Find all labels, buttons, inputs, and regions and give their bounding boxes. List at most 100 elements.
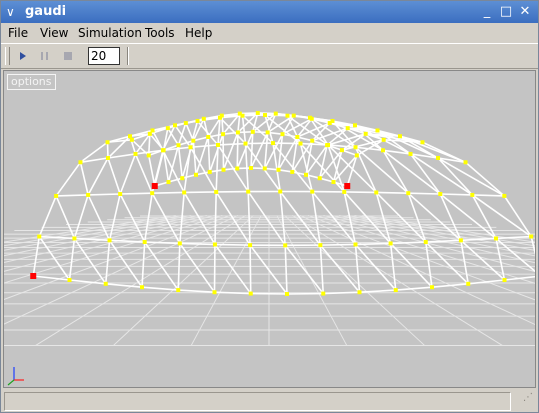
dome-node[interactable] xyxy=(265,130,270,135)
dome-node[interactable] xyxy=(37,234,42,239)
3d-viewport[interactable]: options xyxy=(3,70,536,388)
options-button[interactable]: options xyxy=(7,74,56,90)
dome-node[interactable] xyxy=(309,116,314,121)
dome-node[interactable] xyxy=(466,281,471,286)
dome-node[interactable] xyxy=(150,128,155,133)
dome-node[interactable] xyxy=(276,167,281,172)
dome-node[interactable] xyxy=(381,148,386,153)
steps-input[interactable] xyxy=(88,47,120,65)
dome-node[interactable] xyxy=(212,290,217,295)
dome-node[interactable] xyxy=(140,285,144,290)
dome-node[interactable] xyxy=(458,238,463,243)
dome-node[interactable] xyxy=(280,132,285,137)
dome-node[interactable] xyxy=(321,291,326,296)
dome-node[interactable] xyxy=(502,278,507,283)
dome-node[interactable] xyxy=(215,142,220,147)
dome-node[interactable] xyxy=(352,123,357,128)
dome-node[interactable] xyxy=(339,148,344,153)
dome-node[interactable] xyxy=(494,236,499,241)
minimize-button[interactable]: _ xyxy=(479,4,495,20)
play-button[interactable] xyxy=(14,48,32,64)
dome-node[interactable] xyxy=(304,172,308,177)
dome-node[interactable] xyxy=(129,137,134,142)
dome-node[interactable] xyxy=(357,290,362,295)
dome-node[interactable] xyxy=(206,134,211,139)
menu-view[interactable]: View xyxy=(40,26,68,40)
dome-node[interactable] xyxy=(212,242,217,247)
dome-node[interactable] xyxy=(290,169,295,174)
dome-scene[interactable] xyxy=(4,71,535,387)
dome-node[interactable] xyxy=(235,130,240,135)
dome-node[interactable] xyxy=(262,113,267,118)
dome-node[interactable] xyxy=(310,189,315,194)
dome-node[interactable] xyxy=(262,166,267,171)
dome-node[interactable] xyxy=(191,138,196,143)
dome-node[interactable] xyxy=(221,167,226,172)
resize-grip[interactable]: ⋰ xyxy=(515,392,533,409)
dome-node[interactable] xyxy=(408,151,413,156)
dome-node[interactable] xyxy=(177,241,182,246)
dome-node[interactable] xyxy=(218,115,223,120)
dome-node[interactable] xyxy=(183,121,188,126)
dome-node[interactable] xyxy=(436,156,441,161)
dome-node[interactable] xyxy=(529,234,534,239)
dome-node[interactable] xyxy=(150,191,155,196)
dome-node[interactable] xyxy=(194,172,198,177)
dome-node[interactable] xyxy=(240,113,245,118)
dome-node[interactable] xyxy=(142,240,147,245)
dome-node[interactable] xyxy=(105,140,110,145)
dome-node[interactable] xyxy=(166,179,171,184)
dome-node[interactable] xyxy=(388,241,393,246)
dome-node[interactable] xyxy=(246,189,251,194)
dome-node[interactable] xyxy=(291,113,296,118)
dome-node[interactable] xyxy=(118,191,123,196)
dome-node[interactable] xyxy=(195,118,200,123)
dome-node[interactable] xyxy=(502,193,507,198)
dome-node[interactable] xyxy=(273,111,278,116)
dome-node[interactable] xyxy=(105,156,110,161)
dome-node[interactable] xyxy=(250,129,255,134)
maximize-button[interactable]: □ xyxy=(498,4,514,20)
dome-node[interactable] xyxy=(146,153,151,158)
dome-node[interactable] xyxy=(317,176,322,181)
dome-node[interactable] xyxy=(353,145,358,150)
dome-node[interactable] xyxy=(128,134,133,139)
dome-node[interactable] xyxy=(381,137,386,142)
dome-node[interactable] xyxy=(165,126,170,131)
dome-node[interactable] xyxy=(298,141,303,146)
dome-node[interactable] xyxy=(342,189,347,194)
dome-node[interactable] xyxy=(374,190,379,195)
dome-node[interactable] xyxy=(423,240,428,245)
dome-node[interactable] xyxy=(173,123,178,128)
dome-node[interactable] xyxy=(248,243,253,248)
menu-tools[interactable]: Tools xyxy=(145,26,175,40)
dome-node[interactable] xyxy=(54,193,59,198)
dome-node[interactable] xyxy=(438,191,443,196)
dome-node[interactable] xyxy=(285,292,289,296)
dome-node[interactable] xyxy=(255,110,260,115)
dome-node[interactable] xyxy=(345,126,350,131)
menu-help[interactable]: Help xyxy=(185,26,212,40)
toolbar-grip[interactable] xyxy=(5,47,10,65)
dome-node[interactable] xyxy=(207,169,212,174)
dome-node[interactable] xyxy=(107,238,112,243)
window-menu-icon[interactable]: ∨ xyxy=(6,5,18,19)
dome-node[interactable] xyxy=(283,243,288,248)
dome-node[interactable] xyxy=(278,189,283,194)
dome-node[interactable] xyxy=(72,236,77,241)
dome-node[interactable] xyxy=(420,140,425,145)
dome-node[interactable] xyxy=(353,242,358,247)
dome-node[interactable] xyxy=(318,243,323,248)
dome-node[interactable] xyxy=(271,141,276,146)
dome-node[interactable] xyxy=(295,134,300,139)
dome-node[interactable] xyxy=(176,143,181,148)
dome-node[interactable] xyxy=(86,192,91,197)
dome-node[interactable] xyxy=(249,166,253,170)
pause-button[interactable] xyxy=(36,48,54,64)
dome-node[interactable] xyxy=(406,191,411,196)
dome-node[interactable] xyxy=(188,145,193,150)
dome-node[interactable] xyxy=(375,128,380,133)
dome-node[interactable] xyxy=(470,192,475,197)
dome-node[interactable] xyxy=(393,288,398,293)
dome-node[interactable] xyxy=(235,166,240,171)
